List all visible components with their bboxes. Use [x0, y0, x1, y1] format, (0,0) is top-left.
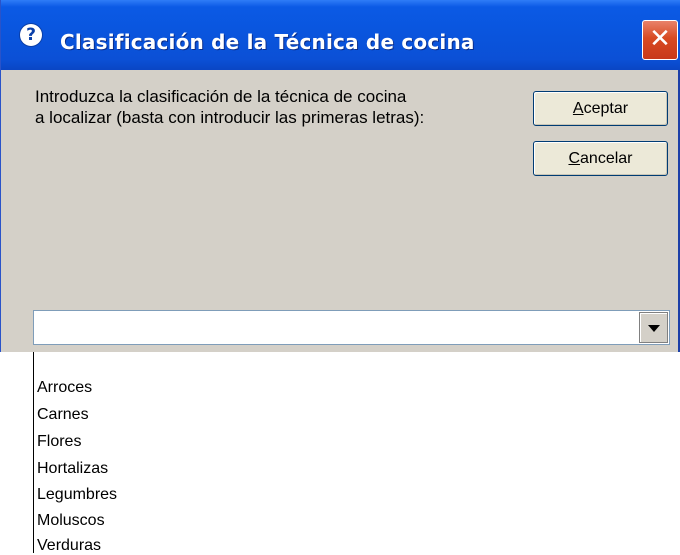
- prompt-line-2: a localizar (basta con introducir las pr…: [35, 108, 425, 127]
- title-bar[interactable]: ? Clasificación de la Técnica de cocina …: [1, 0, 680, 70]
- list-item[interactable]: Hortalizas: [37, 460, 108, 478]
- accept-label: ceptar: [583, 100, 629, 117]
- list-item[interactable]: Carnes: [37, 406, 89, 424]
- dropdown-list[interactable]: Arroces Carnes Flores Hortalizas Legumbr…: [33, 352, 680, 555]
- cancel-button[interactable]: Cancelar: [533, 141, 668, 176]
- list-item[interactable]: Flores: [37, 433, 81, 451]
- list-item[interactable]: Arroces: [37, 379, 92, 397]
- dialog-window: ? Clasificación de la Técnica de cocina …: [0, 0, 680, 352]
- list-item[interactable]: Legumbres: [37, 486, 117, 504]
- prompt-line-1: Introduzca la clasificación de la técnic…: [35, 87, 407, 106]
- combobox-dropdown-button[interactable]: [639, 312, 668, 343]
- accept-mnemonic: A: [572, 100, 584, 117]
- classification-combobox[interactable]: [33, 310, 670, 345]
- list-item[interactable]: Verduras: [37, 537, 101, 555]
- cancel-label: ancelar: [580, 150, 633, 167]
- prompt-text: Introduzca la clasificación de la técnic…: [35, 86, 505, 128]
- cancel-mnemonic: C: [568, 150, 581, 167]
- accept-button[interactable]: Aceptar: [533, 91, 668, 126]
- question-icon: ?: [20, 24, 42, 46]
- chevron-down-icon: [648, 325, 660, 332]
- list-item[interactable]: Moluscos: [37, 512, 105, 530]
- window-title: Clasificación de la Técnica de cocina: [60, 30, 475, 54]
- close-button[interactable]: ✕: [642, 20, 678, 60]
